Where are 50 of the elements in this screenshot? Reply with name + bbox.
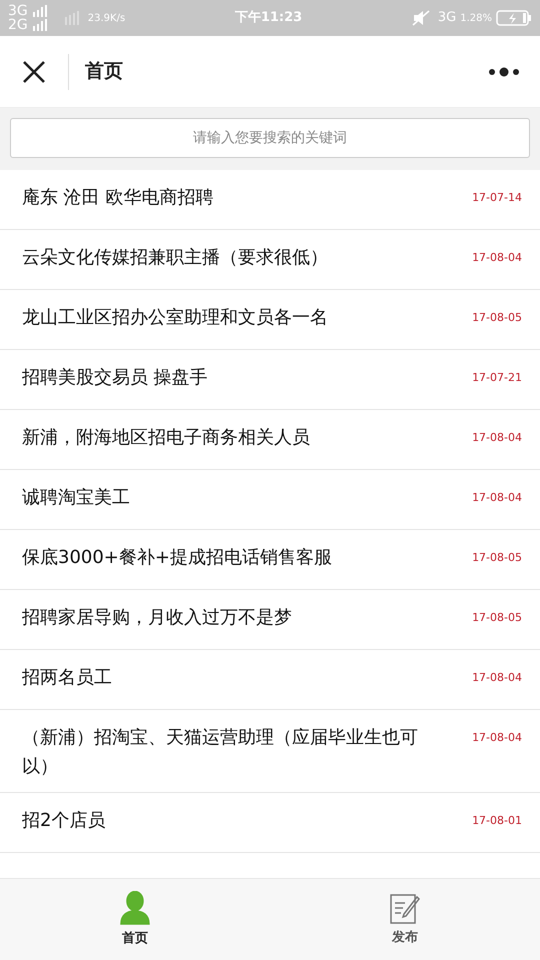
- post-date: 17-07-14: [472, 190, 522, 206]
- post-title: 招聘家居导购，月收入过万不是梦: [22, 606, 292, 630]
- post-row[interactable]: 招聘家居导购，月收入过万不是梦 17-08-05: [0, 590, 540, 650]
- edit-icon: [390, 892, 420, 924]
- battery-charging-icon: [496, 10, 532, 26]
- post-date: 17-08-04: [472, 490, 522, 506]
- post-row[interactable]: 招2个店员 17-08-01: [0, 792, 540, 853]
- post-row[interactable]: 云朵文化传媒招兼职主播（要求很低） 17-08-04: [0, 230, 540, 290]
- post-row[interactable]: 招聘美股交易员 操盘手 17-07-21: [0, 350, 540, 410]
- post-row[interactable]: 龙山工业区招办公室助理和文员各一名 17-08-05: [0, 290, 540, 350]
- post-date: 17-08-04: [472, 430, 522, 446]
- post-title: 招聘美股交易员 操盘手: [22, 366, 208, 390]
- post-row[interactable]: 新浦，附海地区招电子商务相关人员 17-08-04: [0, 410, 540, 470]
- post-row[interactable]: 招两名员工 17-08-04: [0, 650, 540, 710]
- more-icon: [488, 66, 520, 78]
- post-date: 17-08-05: [472, 610, 522, 626]
- network-label: 3G: [438, 9, 456, 28]
- page-title: 首页: [85, 59, 124, 84]
- post-row[interactable]: 保底3000+餐补+提成招电话销售客服 17-08-05: [0, 530, 540, 590]
- signal-icon: [32, 19, 48, 31]
- signal-icon: [32, 5, 48, 17]
- mute-icon: [412, 10, 430, 26]
- network-label: 2G: [8, 18, 28, 32]
- tab[interactable]: 首页: [110, 886, 160, 952]
- post-title: 招2个店员: [22, 808, 106, 833]
- post-row[interactable]: 庵东 沧田 欧华电商招聘 17-07-14: [0, 170, 540, 230]
- post-date: 17-08-05: [472, 310, 522, 326]
- post-title: 招两名员工: [22, 666, 112, 690]
- post-title: 保底3000+餐补+提成招电话销售客服: [22, 546, 332, 570]
- post-row[interactable]: （新浦）招淘宝、天猫运营助理（应届毕业生也可以） 17-08-04: [0, 710, 540, 793]
- post-date: 17-08-04: [472, 250, 522, 266]
- post-title: 新浦，附海地区招电子商务相关人员: [22, 426, 310, 450]
- post-title: 龙山工业区招办公室助理和文员各一名: [22, 306, 328, 330]
- post-date: 17-08-04: [472, 670, 522, 686]
- search-field[interactable]: 请输入您要搜索的关键词: [10, 118, 530, 158]
- post-title: 庵东 沧田 欧华电商招聘: [22, 186, 214, 210]
- post-date: 17-08-04: [472, 730, 522, 746]
- post-title: 诚聘淘宝美工: [22, 486, 130, 510]
- clock: 下午11:23: [234, 9, 304, 28]
- person-icon: [120, 890, 150, 925]
- tab[interactable]: 发布: [380, 888, 430, 952]
- network-speed: 23.9K/s: [88, 12, 126, 26]
- post-title: （新浦）招淘宝、天猫运营助理（应届毕业生也可以）: [22, 726, 419, 779]
- network-label: 3G: [8, 4, 28, 18]
- post-title: 云朵文化传媒招兼职主播（要求很低）: [22, 246, 328, 270]
- post-date: 17-08-05: [472, 550, 522, 566]
- post-row[interactable]: 诚聘淘宝美工 17-08-04: [0, 470, 540, 530]
- data-percent: 1.28%: [460, 12, 492, 26]
- post-date: 17-07-21: [472, 370, 522, 386]
- post-date: 17-08-01: [472, 812, 522, 829]
